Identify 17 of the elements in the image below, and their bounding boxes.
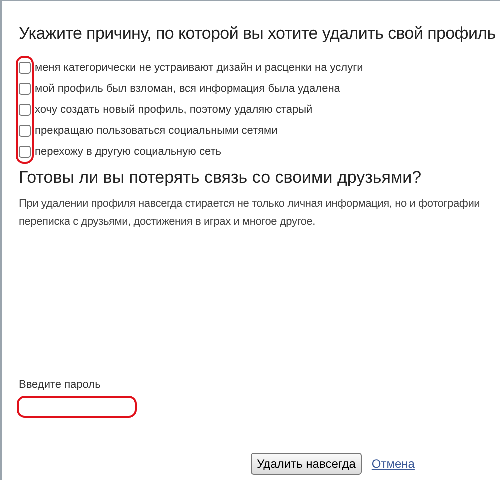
reason-label: перехожу в другую социальную сеть [35, 145, 222, 159]
section-heading: Готовы ли вы потерять связь со своими друзьями? [19, 168, 423, 188]
reason-checkbox[interactable] [19, 104, 31, 116]
reason-checkbox[interactable] [19, 146, 31, 158]
reason-label: хочу создать новый профиль, поэтому удаляю старый [35, 103, 314, 117]
delete-button[interactable]: Удалить навсегда [251, 453, 362, 475]
reason-label: мой профиль был взломан, вся информация была удалена [35, 82, 342, 96]
reason-label: прекращаю пользоваться социальными сетями [35, 124, 279, 138]
warning-text: При удалении профиля навсегда стирается не только личная информация, но и фотографии переписка с друзьями, достижения в играх и многое другое. [19, 197, 482, 230]
reason-label: меня категорически не устраивают дизайн и расценки на услуги [35, 61, 364, 75]
reason-checkbox[interactable] [19, 125, 31, 137]
cancel-link[interactable]: Отмена [372, 455, 415, 473]
reason-checkbox[interactable] [19, 83, 31, 95]
page-title: Укажите причину, по которой вы хотите удалить свой профиль [19, 23, 497, 45]
password-field[interactable] [17, 396, 137, 418]
password-label: Введите пароль [19, 378, 102, 392]
reason-checkbox[interactable] [19, 62, 31, 74]
